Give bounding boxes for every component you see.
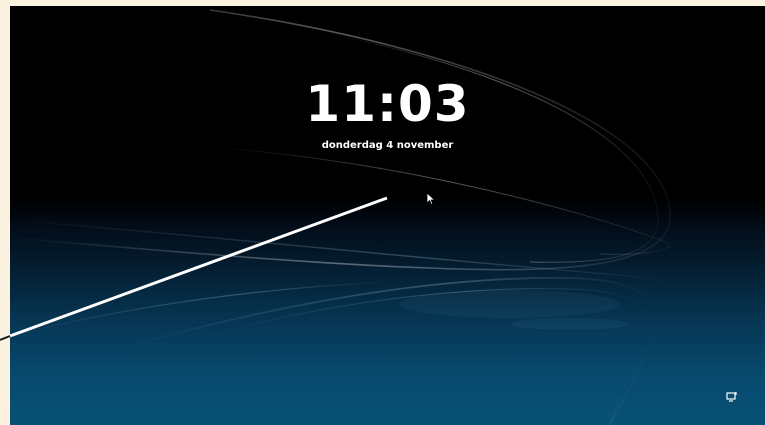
mouse-pointer-icon — [426, 192, 436, 206]
lock-screen-date: donderdag 4 november — [321, 140, 454, 151]
lock-screen-clock: 11:03 — [305, 75, 470, 133]
wallpaper-swirl-art — [10, 9, 679, 425]
network-status-icon[interactable] — [725, 391, 739, 403]
screenshot-frame: 11:03 donderdag 4 november — [0, 0, 765, 425]
lock-screen[interactable]: 11:03 donderdag 4 november — [10, 6, 765, 425]
